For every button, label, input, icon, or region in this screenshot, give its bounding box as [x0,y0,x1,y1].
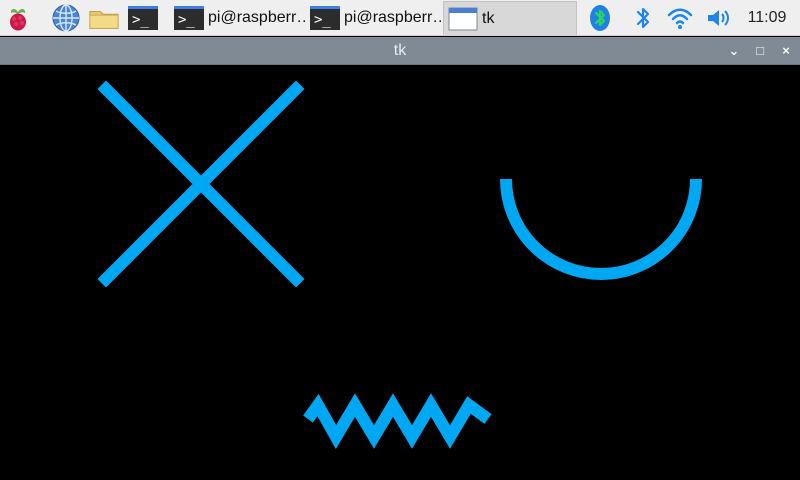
terminal-icon: >_ [174,6,204,30]
wifi-icon[interactable] [664,2,696,34]
x-cross-shape [97,80,305,288]
bluetooth-status-icon[interactable] [584,2,616,34]
maximize-button[interactable]: □ [752,41,768,59]
arc-shape [500,178,702,280]
tk-canvas [1,65,799,479]
web-browser-icon[interactable] [50,2,82,34]
task-button-terminal-2[interactable]: >_ pi@raspberr… [306,1,444,35]
file-manager-icon[interactable] [88,2,120,34]
terminal-icon[interactable]: >_ [127,2,159,34]
zigzag-shape [303,393,492,449]
bluetooth-icon[interactable] [627,2,659,34]
terminal-icon: >_ [128,6,158,30]
window-titlebar[interactable]: tk ⌄ □ × [0,37,800,65]
task-label: pi@raspberr… [344,9,444,26]
task-button-terminal-1[interactable]: >_ pi@raspberr… [170,1,308,35]
raspberry-menu-icon[interactable] [2,2,34,34]
close-button[interactable]: × [778,41,794,59]
clock[interactable]: 11:09 [744,9,790,27]
taskbar: >_ >_ pi@raspberr… >_ pi@raspberr… tk 11… [0,0,800,36]
window-controls: ⌄ □ × [726,41,794,59]
minimize-button[interactable]: ⌄ [726,41,742,59]
task-label: pi@raspberr… [208,9,308,26]
terminal-icon: >_ [310,6,340,30]
window-title: tk [393,42,407,59]
task-label: tk [482,9,495,27]
volume-icon[interactable] [702,2,734,34]
window-icon [448,7,478,30]
task-button-tk[interactable]: tk [443,1,577,35]
